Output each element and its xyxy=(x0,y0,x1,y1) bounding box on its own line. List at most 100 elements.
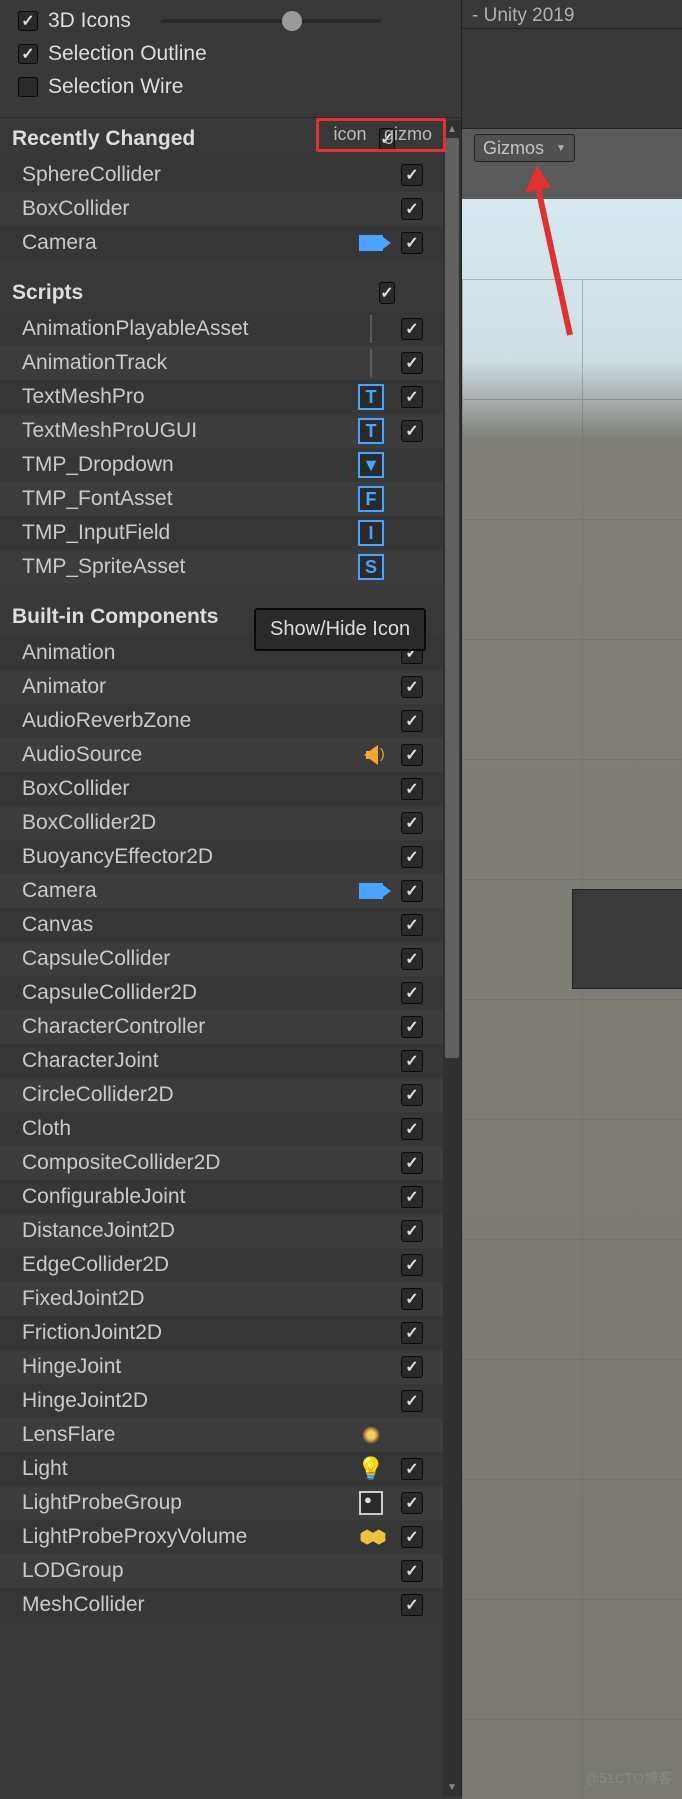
lightbulb-icon[interactable]: 💡 xyxy=(357,1456,384,1482)
icon-toggle[interactable] xyxy=(351,1353,391,1381)
vertical-scrollbar[interactable]: ▲ ▼ xyxy=(443,120,461,1796)
t-letter-icon[interactable]: T xyxy=(358,418,384,444)
gizmo-checkbox[interactable] xyxy=(401,1118,423,1140)
gizmo-checkbox[interactable] xyxy=(401,1152,423,1174)
icon-toggle[interactable] xyxy=(351,1251,391,1279)
component-row[interactable]: CircleCollider2D xyxy=(0,1078,461,1112)
gizmo-checkbox[interactable] xyxy=(401,880,423,902)
camera-icon[interactable] xyxy=(359,883,383,899)
section-gizmo-checkbox[interactable] xyxy=(379,282,394,304)
gizmo-checkbox[interactable] xyxy=(401,948,423,970)
gizmo-checkbox[interactable] xyxy=(401,676,423,698)
gizmo-checkbox[interactable] xyxy=(401,420,423,442)
gizmo-checkbox[interactable] xyxy=(401,778,423,800)
component-row[interactable]: EdgeCollider2D xyxy=(0,1248,461,1282)
component-row[interactable]: CharacterJoint xyxy=(0,1044,461,1078)
component-row[interactable]: AudioReverbZone xyxy=(0,704,461,738)
gizmo-checkbox[interactable] xyxy=(401,164,423,186)
gizmo-checkbox[interactable] xyxy=(401,1594,423,1616)
component-row[interactable]: BoxCollider xyxy=(0,192,461,226)
gizmo-checkbox[interactable] xyxy=(401,1254,423,1276)
component-row[interactable]: BuoyancyEffector2D xyxy=(0,840,461,874)
component-row[interactable]: FixedJoint2D xyxy=(0,1282,461,1316)
icon-toggle[interactable] xyxy=(351,843,391,871)
icon-toggle[interactable] xyxy=(351,707,391,735)
gizmo-checkbox[interactable] xyxy=(401,232,423,254)
icon-toggle[interactable] xyxy=(351,1591,391,1619)
component-row[interactable]: CharacterController xyxy=(0,1010,461,1044)
component-row[interactable]: Camera xyxy=(0,226,461,260)
component-row[interactable]: FrictionJoint2D xyxy=(0,1316,461,1350)
icon-toggle[interactable] xyxy=(351,1387,391,1415)
s-letter-icon[interactable]: S xyxy=(358,554,384,580)
icon-toggle[interactable] xyxy=(351,945,391,973)
gizmo-checkbox[interactable] xyxy=(401,386,423,408)
checkbox-icon[interactable] xyxy=(18,77,38,97)
icon-toggle[interactable] xyxy=(351,1489,391,1517)
component-row[interactable]: LensFlare xyxy=(0,1418,461,1452)
icon-toggle[interactable] xyxy=(351,673,391,701)
icon-toggle[interactable] xyxy=(351,877,391,905)
icon-toggle[interactable] xyxy=(351,741,391,769)
component-row[interactable]: Animator xyxy=(0,670,461,704)
i-letter-icon[interactable]: I xyxy=(358,520,384,546)
icon-toggle[interactable] xyxy=(351,979,391,1007)
icon-toggle[interactable] xyxy=(351,775,391,803)
scroll-track[interactable] xyxy=(443,138,461,1778)
speaker-icon[interactable] xyxy=(364,745,378,765)
icon-toggle[interactable] xyxy=(351,1319,391,1347)
scene-viewport[interactable] xyxy=(462,199,682,1799)
camera-icon[interactable] xyxy=(359,235,383,251)
component-row[interactable]: TextMeshPro T xyxy=(0,380,461,414)
gizmo-checkbox[interactable] xyxy=(401,1458,423,1480)
gizmo-checkbox[interactable] xyxy=(401,914,423,936)
gizmo-checkbox[interactable] xyxy=(401,1356,423,1378)
icon-toggle[interactable]: 💡 xyxy=(351,1455,391,1483)
icon-toggle[interactable] xyxy=(351,911,391,939)
proxy-volume-icon[interactable]: ⬢⬢ xyxy=(359,1527,382,1548)
icon-toggle[interactable] xyxy=(351,349,391,377)
icon-toggle[interactable] xyxy=(351,1081,391,1109)
component-row[interactable]: LODGroup xyxy=(0,1554,461,1588)
gizmo-checkbox[interactable] xyxy=(401,318,423,340)
component-row[interactable]: Light 💡 xyxy=(0,1452,461,1486)
gizmo-checkbox[interactable] xyxy=(401,1322,423,1344)
gizmo-checkbox[interactable] xyxy=(401,1186,423,1208)
gizmo-checkbox[interactable] xyxy=(401,710,423,732)
component-row[interactable]: HingeJoint xyxy=(0,1350,461,1384)
icon-toggle[interactable]: T xyxy=(351,417,391,445)
checkbox-icon[interactable] xyxy=(18,11,38,31)
component-row[interactable]: TMP_InputField I xyxy=(0,516,461,550)
component-row[interactable]: LightProbeProxyVolume ⬢⬢ xyxy=(0,1520,461,1554)
component-row[interactable]: BoxCollider xyxy=(0,772,461,806)
f-letter-icon[interactable]: F xyxy=(358,486,384,512)
t-letter-icon[interactable]: T xyxy=(358,384,384,410)
component-row[interactable]: AudioSource xyxy=(0,738,461,772)
component-row[interactable]: ConfigurableJoint xyxy=(0,1180,461,1214)
gizmo-checkbox[interactable] xyxy=(401,1050,423,1072)
scroll-up-icon[interactable]: ▲ xyxy=(443,120,461,138)
gizmo-checkbox[interactable] xyxy=(401,1492,423,1514)
light-probe-icon[interactable] xyxy=(359,1491,383,1515)
gizmo-checkbox[interactable] xyxy=(401,982,423,1004)
component-row[interactable]: BoxCollider2D xyxy=(0,806,461,840)
checkbox-icon[interactable] xyxy=(18,44,38,64)
gizmo-checkbox[interactable] xyxy=(401,1526,423,1548)
icon-toggle[interactable]: ▼ xyxy=(351,451,391,479)
option-selection-wire[interactable]: Selection Wire xyxy=(18,70,451,103)
component-row[interactable]: TMP_SpriteAsset S xyxy=(0,550,461,584)
icon-toggle[interactable] xyxy=(351,1149,391,1177)
component-row[interactable]: DistanceJoint2D xyxy=(0,1214,461,1248)
icon-size-slider[interactable] xyxy=(161,19,381,23)
gizmo-checkbox[interactable] xyxy=(401,846,423,868)
component-row[interactable]: CapsuleCollider2D xyxy=(0,976,461,1010)
icon-toggle[interactable] xyxy=(351,1217,391,1245)
gizmo-checkbox[interactable] xyxy=(401,1560,423,1582)
component-row[interactable]: HingeJoint2D xyxy=(0,1384,461,1418)
component-row[interactable]: Canvas xyxy=(0,908,461,942)
gizmo-checkbox[interactable] xyxy=(401,1016,423,1038)
icon-toggle[interactable]: I xyxy=(351,519,391,547)
slider-thumb[interactable] xyxy=(282,11,302,31)
gizmo-checkbox[interactable] xyxy=(401,1220,423,1242)
icon-toggle[interactable] xyxy=(351,1115,391,1143)
